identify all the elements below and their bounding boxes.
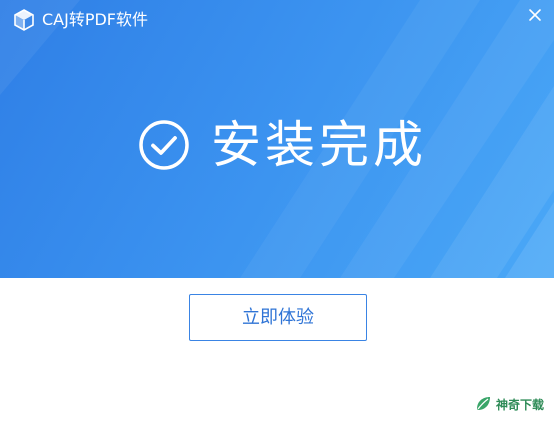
app-title: CAJ转PDF软件 [42,10,149,29]
check-circle-icon [139,120,189,170]
install-status: 安装完成 [0,110,554,180]
header-banner: CAJ转PDF软件 安装完成 [0,0,554,278]
leaf-icon [476,397,490,410]
watermark: 神奇下载 [474,393,544,415]
watermark-text: 神奇下载 [495,397,544,412]
app-logo-icon [14,9,34,31]
installer-window: CAJ转PDF软件 安装完成 立即体验 神奇下载 [0,0,554,425]
status-title: 安装完成 [211,116,427,174]
close-icon[interactable] [526,6,544,24]
try-now-button[interactable]: 立即体验 [189,294,367,341]
